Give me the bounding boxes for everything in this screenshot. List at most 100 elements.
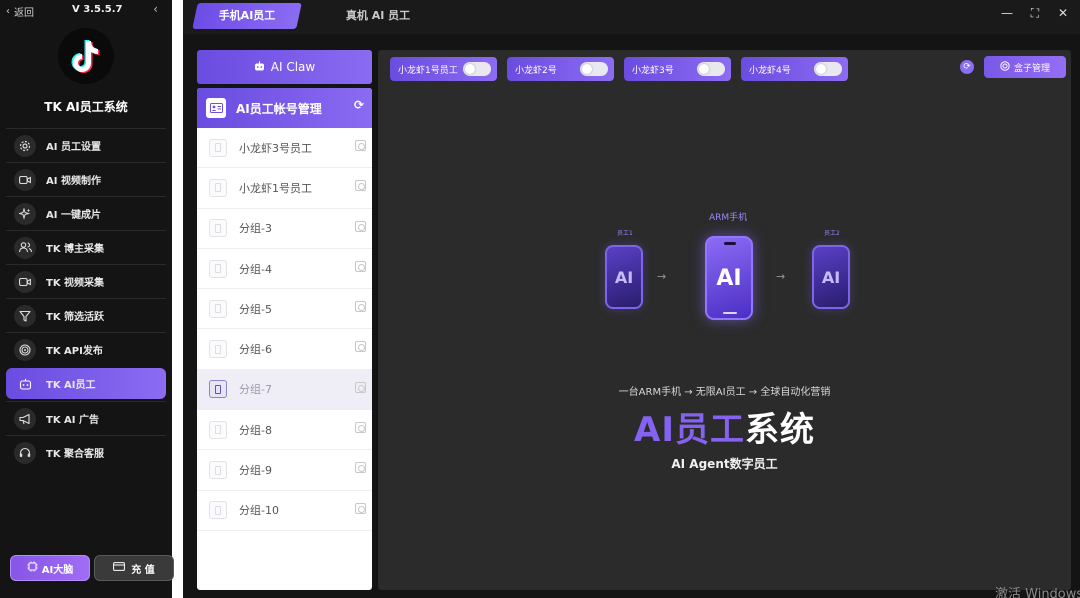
- sidebar-item-tk-ai-ads[interactable]: TK AI 广告: [6, 401, 166, 435]
- maximize-icon[interactable]: ⛶: [1028, 6, 1042, 21]
- employee-chip[interactable]: 小龙虾2号: [507, 57, 614, 81]
- account-row[interactable]: 分组-5: [197, 289, 372, 330]
- employee-chip-label: 小龙虾4号: [749, 65, 791, 76]
- screenshot-icon[interactable]: [355, 422, 366, 434]
- sidebar-item-ai-video-production[interactable]: AI 视频制作: [6, 162, 166, 196]
- phone-icon: [209, 259, 227, 278]
- close-icon[interactable]: ✕: [1056, 6, 1070, 21]
- tab-phone-ai-employee[interactable]: 手机AI员工: [192, 3, 302, 29]
- screenshot-icon[interactable]: [355, 502, 366, 514]
- recharge-label: 充 值: [131, 564, 155, 576]
- collapse-sidebar-icon[interactable]: ‹: [153, 2, 158, 16]
- sidebar-item-label: AI 一键成片: [46, 210, 101, 221]
- sidebar-item-tk-blogger-collect[interactable]: TK 博主采集: [6, 230, 166, 264]
- back-label: 返回: [14, 8, 34, 19]
- account-row[interactable]: 分组-10: [197, 491, 372, 531]
- headset-icon: [14, 441, 36, 464]
- account-row[interactable]: 分组-3: [197, 209, 372, 249]
- sidebar-item-tk-video-collect[interactable]: TK 视频采集: [6, 264, 166, 298]
- sidebar-bottom-actions: AI大脑 充 值: [10, 555, 174, 581]
- account-row[interactable]: 小龙虾3号员工: [197, 128, 372, 169]
- sidebar-topbar: ‹ 返回 V 3.5.5.7 ‹: [0, 0, 172, 22]
- phone-ai-text: AI: [716, 265, 742, 291]
- sidebar-item-tk-api-publish[interactable]: TK API发布: [6, 332, 166, 366]
- account-row[interactable]: 分组-9: [197, 450, 372, 491]
- sidebar-item-ai-one-click[interactable]: AI 一键成片: [6, 196, 166, 230]
- refresh-icon[interactable]: ⟳: [354, 98, 364, 112]
- ai-claw-button[interactable]: AI Claw: [197, 50, 372, 84]
- account-row-label: 分组-3: [239, 222, 272, 236]
- filter-icon: [14, 304, 36, 327]
- employee-toggle[interactable]: [463, 62, 491, 76]
- sidebar-item-label: AI 视频制作: [46, 176, 101, 187]
- phone-icon: [209, 340, 227, 359]
- sidebar-item-label: TK AI 广告: [46, 415, 99, 426]
- employee-toggle[interactable]: [697, 62, 725, 76]
- robot-icon: [14, 373, 36, 395]
- account-row-label: 分组-6: [239, 343, 272, 357]
- sidebar-item-label: TK AI员工: [46, 380, 96, 391]
- sidebar: ‹ 返回 V 3.5.5.7 ‹ TK AI员工系统 AI 员工设置 AI 视频…: [0, 0, 174, 598]
- left-phone-label: 员工1: [617, 230, 633, 237]
- phone-icon: [209, 138, 227, 157]
- sidebar-item-label: TK API发布: [46, 346, 103, 357]
- card-icon: [113, 562, 126, 574]
- screenshot-icon[interactable]: [355, 462, 366, 474]
- arm-phone-label: ARM手机: [709, 213, 748, 223]
- account-row[interactable]: 分组-4: [197, 249, 372, 290]
- account-row-label: 分组-5: [239, 302, 272, 316]
- employee-chip[interactable]: 小龙虾4号: [741, 57, 848, 81]
- sidebar-item-tk-filter-active[interactable]: TK 筛选活跃: [6, 298, 166, 332]
- sidebar-item-label: TK 视频采集: [46, 278, 105, 289]
- id-card-icon: [206, 98, 226, 118]
- account-list-header: AI员工帐号管理 ⟳: [197, 88, 372, 128]
- account-row[interactable]: 分组-8: [197, 410, 372, 451]
- employee-toggle[interactable]: [580, 62, 608, 76]
- target-icon: [14, 338, 36, 361]
- account-row-label: 小龙虾1号员工: [239, 181, 312, 195]
- ai-brain-button[interactable]: AI大脑: [10, 555, 90, 581]
- refresh-icon[interactable]: ⟳: [960, 60, 974, 74]
- sidebar-menu: AI 员工设置 AI 视频制作 AI 一键成片 TK 博主采集 TK 视频采集 …: [6, 128, 166, 469]
- system-name: TK AI员工系统: [44, 100, 128, 114]
- slogan-text: 一台ARM手机 → 无限AI员工 → 全球自动化营销: [618, 387, 831, 398]
- sidebar-item-label: TK 聚合客服: [46, 449, 105, 460]
- sidebar-item-label: TK 筛选活跃: [46, 312, 105, 323]
- chevron-left-icon: ‹: [6, 6, 10, 17]
- screenshot-icon[interactable]: [355, 220, 366, 232]
- minimize-icon[interactable]: —: [1000, 6, 1014, 21]
- account-row-label: 分组-10: [239, 504, 279, 518]
- recharge-button[interactable]: 充 值: [94, 555, 174, 581]
- box-management-button[interactable]: 盒子管理: [984, 56, 1066, 78]
- screenshot-icon[interactable]: [355, 341, 366, 353]
- phone-icon: [209, 299, 227, 318]
- tiktok-logo: [58, 28, 114, 84]
- megaphone-icon: [14, 407, 36, 430]
- right-phone-label: 员工2: [824, 230, 840, 237]
- tabs-bar: 手机AI员工 真机 AI 员工 — ⛶ ✕: [183, 0, 1080, 34]
- sidebar-item-ai-employee-settings[interactable]: AI 员工设置: [6, 128, 166, 162]
- main-window: 手机AI员工 真机 AI 员工 — ⛶ ✕ AI Claw AI员工帐号管理 ⟳…: [183, 0, 1080, 598]
- tab-real-device-ai-employee[interactable]: 真机 AI 员工: [323, 3, 433, 29]
- employee-chip[interactable]: 小龙虾1号员工: [390, 57, 497, 81]
- screenshot-icon[interactable]: [355, 301, 366, 313]
- account-panel: AI Claw AI员工帐号管理 ⟳ 小龙虾3号员工 小龙虾1号员工 分组-3 …: [197, 50, 372, 590]
- account-row[interactable]: 小龙虾1号员工: [197, 168, 372, 209]
- screenshot-icon[interactable]: [355, 260, 366, 272]
- screenshot-icon[interactable]: [355, 180, 366, 192]
- employee-chip[interactable]: 小龙虾3号: [624, 57, 731, 81]
- account-row-selected[interactable]: 分组-7: [197, 369, 372, 411]
- chip-icon: [27, 561, 38, 575]
- screenshot-icon[interactable]: [355, 140, 366, 151]
- account-row[interactable]: 分组-6: [197, 329, 372, 370]
- screenshot-icon[interactable]: [355, 381, 366, 393]
- sparkle-icon: [14, 202, 36, 225]
- account-row-label: 分组-7: [239, 383, 272, 397]
- employee-toggle-bar: 小龙虾1号员工 小龙虾2号 小龙虾3号 小龙虾4号: [390, 57, 848, 81]
- sidebar-item-tk-ai-employee[interactable]: TK AI员工: [6, 368, 166, 399]
- back-button[interactable]: ‹ 返回: [6, 4, 34, 19]
- sidebar-item-tk-customer-service[interactable]: TK 聚合客服: [6, 435, 166, 469]
- phone-main-graphic: AI: [705, 236, 753, 320]
- window-controls: — ⛶ ✕: [1000, 6, 1070, 21]
- employee-toggle[interactable]: [814, 62, 842, 76]
